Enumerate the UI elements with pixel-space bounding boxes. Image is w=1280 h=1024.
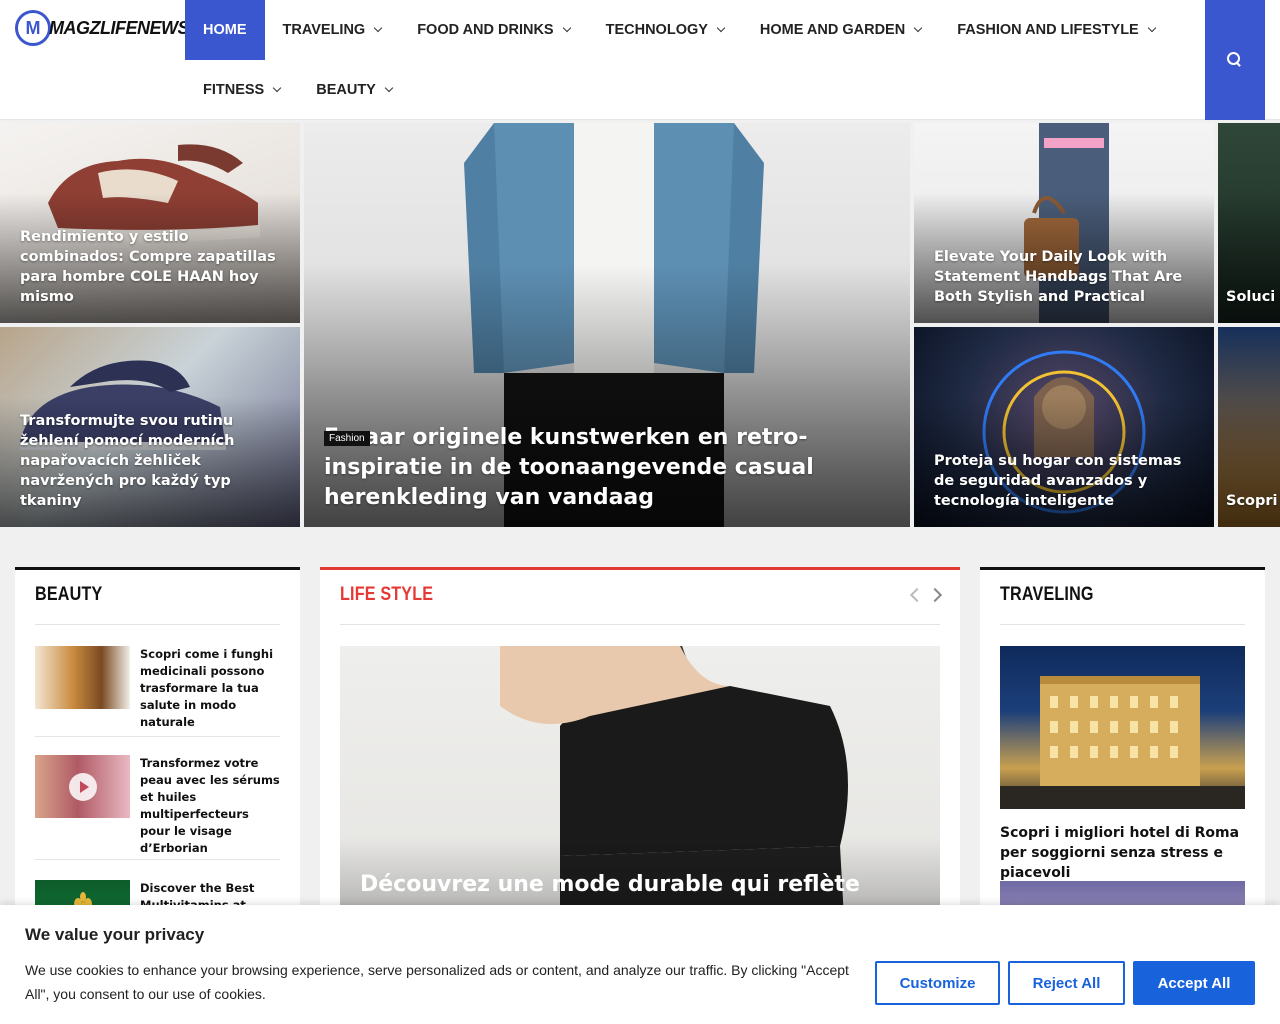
cookie-consent-banner: We value your privacy We use cookies to … [0, 905, 1280, 1024]
customize-button[interactable]: Customize [875, 961, 1000, 1005]
divider [1000, 624, 1245, 625]
reject-all-button[interactable]: Reject All [1008, 961, 1125, 1005]
nav-label: FITNESS [203, 82, 265, 98]
hero-featured-article[interactable]: Ervaar originele kunstwerken en retro-in… [304, 123, 910, 527]
category-badge[interactable]: Fashion [324, 431, 370, 446]
logo-mark: M [15, 10, 51, 46]
section-header: LIFE STYLE [340, 584, 450, 606]
nav-label: HOME AND GARDEN [759, 22, 906, 38]
hero-tile-sneakers[interactable]: Rendimiento y estilo combinados: Compre … [0, 123, 300, 323]
play-icon [69, 773, 97, 801]
article-title[interactable]: Scopri i migliori hotel di Roma per sogg… [1000, 823, 1250, 883]
nav-label: FASHION AND LIFESTYLE [957, 22, 1139, 38]
site-logo[interactable]: M MAGZLIFENEWS [15, 10, 190, 46]
divider [35, 736, 280, 737]
cookie-description: We use cookies to enhance your browsing … [25, 962, 849, 1002]
chevron-down-icon [272, 83, 282, 93]
article-thumbnail[interactable] [35, 646, 130, 709]
nav-row-2: FITNESS BEAUTY [185, 60, 1195, 120]
nav-item-home-and-garden[interactable]: HOME AND GARDEN [742, 0, 939, 60]
nav-item-food-and-drinks[interactable]: FOOD AND DRINKS [399, 0, 587, 60]
chevron-down-icon [913, 23, 923, 33]
hero-tile-title: Transformujte svou rutinu žehlení pomocí… [20, 413, 235, 509]
chevron-left-icon[interactable] [909, 587, 925, 603]
hero-featured-title: Ervaar originele kunstwerken en retro-in… [324, 425, 814, 510]
hero-tile-title: Rendimiento y estilo combinados: Compre … [20, 229, 276, 305]
hero-tile-partial-1[interactable]: Soluci fiables [1218, 123, 1280, 323]
nav-item-technology[interactable]: TECHNOLOGY [588, 0, 742, 60]
accept-all-button[interactable]: Accept All [1133, 961, 1255, 1005]
hotel-building-image [1000, 676, 1245, 809]
chevron-down-icon [716, 23, 726, 33]
list-item[interactable]: Scopri come i funghi medicinali possono … [35, 646, 280, 731]
hero-tile-title: Scopri soggi [1226, 493, 1280, 509]
article-thumbnail[interactable] [35, 755, 130, 818]
hero-tile-steam-iron[interactable]: Transformujte svou rutinu žehlení pomocí… [0, 327, 300, 527]
nav-item-traveling[interactable]: TRAVELING [265, 0, 400, 60]
hero-tile-title: Soluci fiables [1226, 289, 1280, 305]
hero-tile-handbags[interactable]: Elevate Your Daily Look with Statement H… [914, 123, 1214, 323]
nav-label: TECHNOLOGY [605, 22, 708, 38]
chevron-down-icon [1147, 23, 1156, 33]
section-header: TRAVELING [1000, 584, 1110, 606]
chevron-right-icon[interactable] [927, 587, 943, 603]
divider [35, 624, 280, 625]
nav-label: FOOD AND DRINKS [417, 22, 554, 38]
chevron-down-icon [373, 23, 383, 33]
nav-item-home[interactable]: HOME [185, 0, 265, 60]
hero-tile-title: Elevate Your Daily Look with Statement H… [934, 249, 1183, 305]
section-title[interactable]: BEAUTY [35, 584, 102, 606]
nav-label: BEAUTY [316, 82, 376, 98]
cookie-title: We value your privacy [25, 925, 205, 944]
divider [35, 859, 280, 860]
nav-label: HOME [203, 22, 247, 38]
divider [340, 624, 940, 625]
site-header: M MAGZLIFENEWS HOME TRAVELING FOOD AND D… [0, 0, 1280, 120]
nav-row-1: HOME TRAVELING FOOD AND DRINKS TECHNOLOG… [185, 0, 1195, 60]
article-thumbnail[interactable] [1000, 646, 1245, 809]
search-button[interactable] [1205, 0, 1265, 120]
section-header: BEAUTY [35, 584, 114, 606]
carousel-controls [909, 587, 943, 603]
search-icon [1227, 52, 1243, 68]
hero-tile-title: Proteja su hogar con sistemas de segurid… [934, 453, 1182, 509]
hero-tile-home-security[interactable]: Proteja su hogar con sistemas de segurid… [914, 327, 1214, 527]
article-title[interactable]: Scopri come i funghi medicinali possono … [140, 646, 280, 731]
nav-item-fitness[interactable]: FITNESS [185, 60, 298, 120]
main-nav: HOME TRAVELING FOOD AND DRINKS TECHNOLOG… [185, 0, 1195, 120]
section-title[interactable]: TRAVELING [1000, 584, 1094, 606]
hero-tile-partial-2[interactable]: Scopri soggi [1218, 327, 1280, 527]
chevron-down-icon [384, 83, 394, 93]
nav-item-fashion-and-lifestyle[interactable]: FASHION AND LIFESTYLE [939, 0, 1173, 60]
logo-text: MAGZLIFENEWS [49, 17, 190, 38]
nav-label: TRAVELING [282, 22, 366, 38]
chevron-down-icon [562, 23, 571, 33]
section-title[interactable]: LIFE STYLE [340, 584, 433, 606]
article-title[interactable]: Transformez votre peau avec les sérums e… [140, 755, 280, 857]
list-item[interactable]: Transformez votre peau avec les sérums e… [35, 755, 280, 857]
nav-item-beauty[interactable]: BEAUTY [298, 60, 410, 120]
